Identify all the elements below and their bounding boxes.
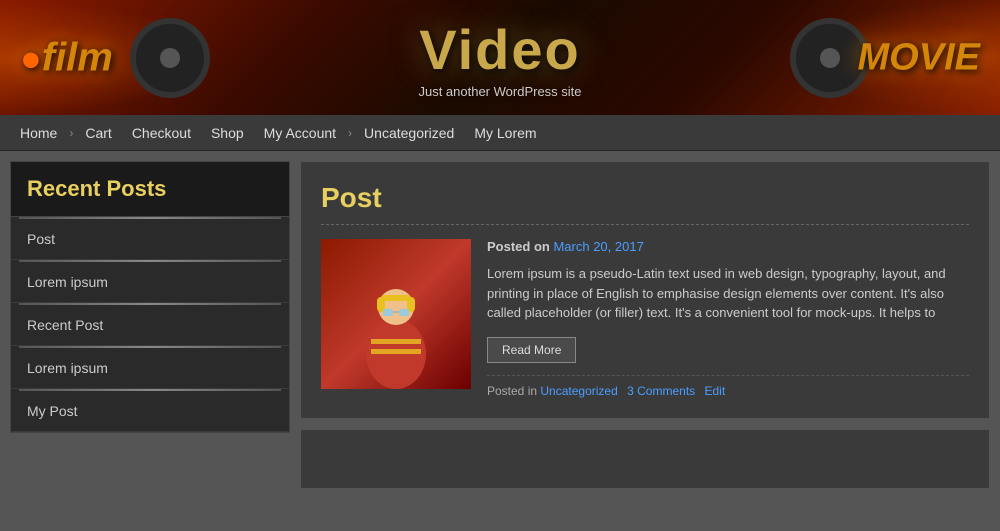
posted-in-label: Posted in	[487, 384, 537, 398]
nav-separator-1: ›	[67, 126, 75, 140]
movie-text: MOVIE	[858, 36, 980, 79]
main-nav: Home › Cart Checkout Shop My Account › U…	[0, 115, 1000, 151]
post-thumbnail	[321, 239, 471, 389]
posted-date: March 20, 2017	[553, 239, 643, 254]
post-card: Post	[300, 161, 990, 419]
sidebar-post-1[interactable]: Lorem ipsum	[11, 262, 289, 303]
post-edit-link[interactable]: Edit	[705, 384, 726, 398]
post-footer: Posted in Uncategorized 3 Comments Edit	[487, 375, 969, 398]
post-meta: Posted on March 20, 2017 Lorem ipsum is …	[487, 239, 969, 398]
second-card-preview	[300, 429, 990, 489]
main-container: Recent Posts Post Lorem ipsum Recent Pos…	[0, 151, 1000, 531]
sidebar-post-2[interactable]: Recent Post	[11, 305, 289, 346]
sidebar-post-0[interactable]: Post	[11, 219, 289, 260]
site-header: ●film MOVIE Video Just another WordPress…	[0, 0, 1000, 115]
film-text: ●film	[20, 35, 113, 80]
nav-cart[interactable]: Cart	[75, 125, 121, 141]
post-card-title: Post	[321, 182, 969, 225]
posted-on-label: Posted on	[487, 239, 550, 254]
recent-posts-title: Recent Posts	[11, 162, 289, 217]
content-area: Post	[300, 161, 990, 521]
site-title: Video	[419, 17, 580, 82]
nav-shop[interactable]: Shop	[201, 125, 254, 141]
recent-posts-widget: Recent Posts Post Lorem ipsum Recent Pos…	[10, 161, 290, 433]
post-category-link[interactable]: Uncategorized	[540, 384, 617, 398]
nav-separator-2: ›	[346, 126, 354, 140]
post-excerpt: Lorem ipsum is a pseudo-Latin text used …	[487, 264, 969, 323]
site-subtitle: Just another WordPress site	[418, 84, 581, 99]
nav-uncategorized[interactable]: Uncategorized	[354, 125, 464, 141]
post-body: Posted on March 20, 2017 Lorem ipsum is …	[321, 239, 969, 398]
film-bullet-icon: ●	[20, 37, 42, 78]
sidebar-post-4[interactable]: My Post	[11, 391, 289, 432]
film-reel-left	[130, 18, 210, 98]
nav-home[interactable]: Home	[10, 125, 67, 141]
read-more-button[interactable]: Read More	[487, 337, 576, 363]
nav-my-account[interactable]: My Account	[254, 125, 346, 141]
sidebar-post-3[interactable]: Lorem ipsum	[11, 348, 289, 389]
nav-checkout[interactable]: Checkout	[122, 125, 201, 141]
nav-my-lorem[interactable]: My Lorem	[464, 125, 546, 141]
post-comments-link[interactable]: 3 Comments	[627, 384, 695, 398]
posted-on: Posted on March 20, 2017	[487, 239, 969, 254]
sidebar: Recent Posts Post Lorem ipsum Recent Pos…	[10, 161, 290, 521]
post-thumbnail-img	[321, 239, 471, 389]
post-image-svg	[321, 239, 471, 389]
